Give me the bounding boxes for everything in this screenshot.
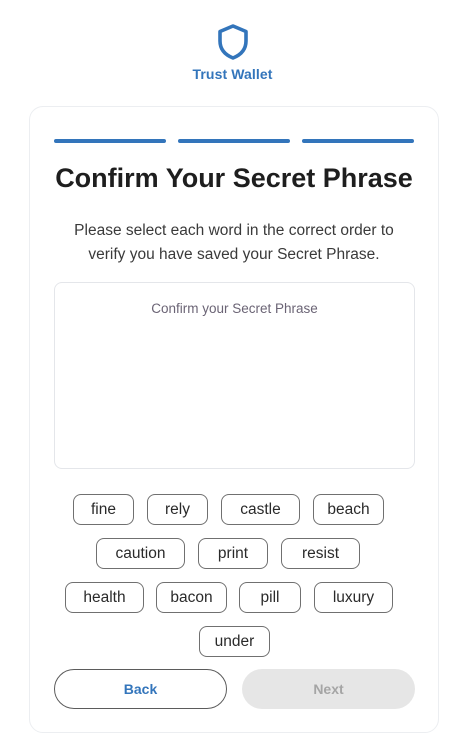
progress-bar: [54, 139, 414, 143]
next-button[interactable]: Next: [242, 669, 415, 709]
brand-header: Trust Wallet: [0, 24, 465, 82]
word-chip-beach[interactable]: beach: [313, 494, 384, 525]
progress-step-1: [54, 139, 166, 143]
phrase-placeholder: Confirm your Secret Phrase: [151, 301, 318, 316]
word-chip-under[interactable]: under: [199, 626, 270, 657]
progress-step-3: [302, 139, 414, 143]
page-title: Confirm Your Secret Phrase: [55, 163, 413, 193]
progress-step-2: [178, 139, 290, 143]
word-chip-castle[interactable]: castle: [221, 494, 300, 525]
word-chip-print[interactable]: print: [198, 538, 268, 569]
word-chip-rely[interactable]: rely: [147, 494, 208, 525]
phrase-drop-area[interactable]: Confirm your Secret Phrase: [54, 282, 415, 469]
shield-icon: [217, 24, 248, 60]
page-subtitle: Please select each word in the correct o…: [74, 222, 394, 263]
word-chip-fine[interactable]: fine: [73, 494, 134, 525]
confirm-phrase-card: Confirm Your Secret Phrase Please select…: [29, 106, 439, 733]
word-chip-caution[interactable]: caution: [96, 538, 185, 569]
brand-name: Trust Wallet: [192, 66, 273, 82]
word-chip-resist[interactable]: resist: [281, 538, 360, 569]
word-chip-luxury[interactable]: luxury: [314, 582, 393, 613]
back-button[interactable]: Back: [54, 669, 227, 709]
word-chip-pill[interactable]: pill: [239, 582, 301, 613]
word-chip-health[interactable]: health: [65, 582, 144, 613]
word-chip-bacon[interactable]: bacon: [156, 582, 227, 613]
